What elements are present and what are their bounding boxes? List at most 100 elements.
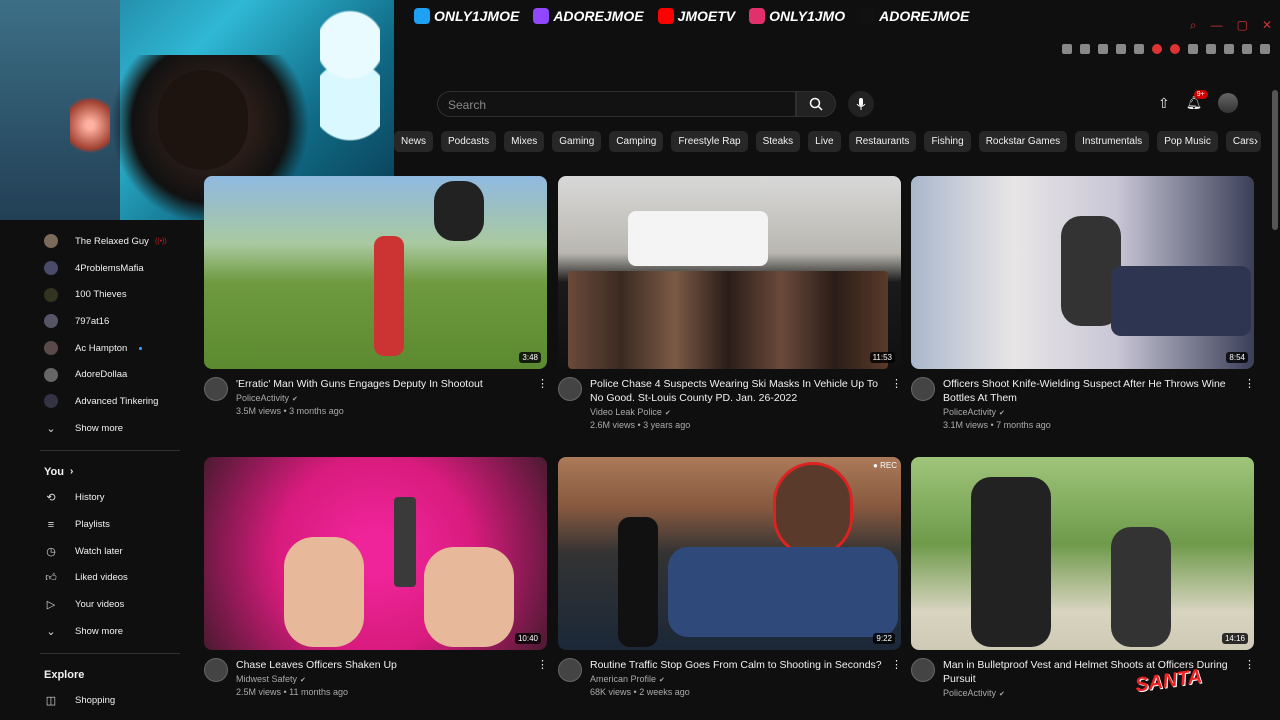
puzzle-icon[interactable] — [1206, 44, 1216, 54]
video-thumbnail[interactable]: 8:54 — [911, 176, 1254, 369]
more-options-icon[interactable]: ⋮ — [1244, 658, 1255, 698]
account-avatar[interactable] — [1218, 93, 1239, 113]
download-icon[interactable] — [1242, 44, 1252, 54]
show-more-subscriptions[interactable]: ⌄ Show more — [30, 415, 190, 442]
show-more-you[interactable]: ⌄ Show more — [30, 618, 190, 645]
channel-avatar[interactable] — [558, 377, 582, 401]
subscription-item[interactable]: The Relaxed Guy ((•)) — [30, 228, 190, 255]
minimize-icon[interactable]: — — [1211, 18, 1223, 33]
video-thumbnail[interactable]: 14:16 — [911, 457, 1254, 650]
chip-instrumentals[interactable]: Instrumentals — [1075, 130, 1150, 152]
history-icon: ⟲ — [46, 492, 56, 505]
heart-icon[interactable] — [1134, 44, 1144, 54]
video-title[interactable]: Chase Leaves Officers Shaken Up — [236, 658, 537, 672]
sidebar-item-liked-videos[interactable]: 👍︎ Liked videos — [30, 565, 190, 592]
you-section-heading[interactable]: You › — [30, 459, 190, 485]
screenshot-icon[interactable] — [1080, 44, 1090, 54]
channel-avatar[interactable] — [911, 377, 935, 401]
subscription-label: AdoreDollaa — [75, 369, 128, 381]
extension-b-icon[interactable] — [1170, 44, 1180, 54]
video-thumbnail[interactable]: ● REC 9:22 — [558, 457, 901, 650]
sidebar-item-watch-later[interactable]: ◷ Watch later — [30, 538, 190, 565]
pin-icon[interactable] — [1062, 44, 1072, 54]
video-stats: 68K views • 2 weeks ago — [590, 687, 690, 697]
search-button[interactable] — [796, 91, 836, 117]
video-card[interactable]: 8:54 Officers Shoot Knife-Wielding Suspec… — [911, 176, 1255, 430]
channel-avatar[interactable] — [558, 658, 582, 682]
subscription-item[interactable]: 797at16 — [30, 308, 190, 335]
video-thumbnail[interactable]: 11:53 — [558, 176, 901, 369]
video-title[interactable]: Police Chase 4 Suspects Wearing Ski Mask… — [590, 377, 891, 405]
subscription-item[interactable]: 100 Thieves — [30, 281, 190, 308]
video-title[interactable]: 'Erratic' Man With Guns Engages Deputy I… — [236, 377, 537, 391]
video-card[interactable]: 14:16 Man in Bulletproof Vest and Helmet … — [911, 457, 1255, 698]
social-handle: ADOREJMOE — [553, 8, 644, 24]
channel-name[interactable]: American Profile ✔ — [590, 674, 891, 684]
sidebar-item-shopping[interactable]: ◫ Shopping — [30, 688, 190, 715]
more-options-icon[interactable]: ⋮ — [891, 377, 902, 430]
chip-freestyle-rap[interactable]: Freestyle Rap — [671, 130, 748, 152]
play-icon[interactable] — [1116, 44, 1126, 54]
profile-icon[interactable] — [1224, 44, 1234, 54]
video-card[interactable]: ● REC 9:22 Routine Traffic Stop Goes From … — [558, 457, 902, 697]
channel-avatar[interactable] — [204, 377, 228, 401]
subscription-item[interactable]: Advanced Tinkering — [30, 388, 190, 415]
chevron-right-icon[interactable]: › — [1254, 134, 1258, 148]
social-handle: ONLY1JMOE — [434, 8, 520, 24]
channel-name[interactable]: PoliceActivity ✔ — [943, 407, 1244, 417]
video-title[interactable]: Routine Traffic Stop Goes From Calm to S… — [590, 658, 891, 672]
shield-icon[interactable] — [1098, 44, 1108, 54]
more-options-icon[interactable]: ⋮ — [537, 658, 548, 697]
video-duration: 14:16 — [1221, 633, 1248, 644]
chip-live[interactable]: Live — [808, 130, 841, 152]
channel-name[interactable]: Video Leak Police ✔ — [590, 407, 891, 417]
chip-podcasts[interactable]: Podcasts — [441, 130, 497, 152]
video-thumbnail[interactable]: 10:40 — [204, 457, 547, 650]
video-title[interactable]: Officers Shoot Knife-Wielding Suspect Af… — [943, 377, 1244, 405]
channel-name[interactable]: Midwest Safety ✔ — [236, 674, 537, 684]
search-icon[interactable]: ⌕ — [1190, 18, 1197, 33]
chip-fishing[interactable]: Fishing — [924, 130, 971, 152]
subscription-item[interactable]: Ac Hampton — [30, 335, 190, 362]
scrollbar-thumb[interactable] — [1272, 90, 1278, 230]
channel-name[interactable]: PoliceActivity ✔ — [943, 688, 1244, 698]
notifications-button[interactable]: 🔔︎ 9+ — [1186, 90, 1208, 111]
subscription-item[interactable]: AdoreDollaa — [30, 361, 190, 388]
sidebar-item-history[interactable]: ⟲ History — [30, 485, 190, 512]
adblock-icon[interactable] — [1152, 44, 1162, 54]
verified-check-icon: ✔ — [300, 677, 306, 684]
maximize-icon[interactable]: ▢ — [1237, 18, 1248, 33]
video-thumbnail[interactable]: 3:48 — [204, 176, 547, 369]
video-card[interactable]: 11:53 Police Chase 4 Suspects Wearing Ski… — [558, 176, 902, 430]
chip-steaks[interactable]: Steaks — [755, 130, 801, 152]
sidebar-item-your-videos[interactable]: ▷ Your videos — [30, 591, 190, 618]
search-input[interactable]: Search — [437, 91, 796, 117]
chip-restaurants[interactable]: Restaurants — [848, 130, 917, 152]
chip-pop-music[interactable]: Pop Music — [1157, 130, 1218, 152]
channel-name[interactable]: PoliceActivity ✔ — [236, 393, 537, 403]
subscription-item[interactable]: 4ProblemsMafia — [30, 255, 190, 282]
voice-search-button[interactable] — [848, 91, 874, 117]
channel-avatar[interactable] — [911, 658, 935, 682]
show-more-subscriptions-label: Show more — [75, 422, 124, 434]
sidebar-item-playlists[interactable]: ≡ Playlists — [30, 511, 190, 538]
close-icon[interactable]: ✕ — [1262, 18, 1272, 33]
more-options-icon[interactable]: ⋮ — [891, 658, 902, 697]
view-count: 68K views — [590, 687, 632, 697]
video-stats: 2.6M views • 3 years ago — [590, 420, 691, 430]
extension-s-icon[interactable] — [1188, 44, 1198, 54]
channel-avatar[interactable] — [204, 658, 228, 682]
video-card[interactable]: 3:48 'Erratic' Man With Guns Engages Depu… — [204, 176, 548, 416]
you-heading-label: You — [44, 465, 64, 478]
upload-icon[interactable]: ⇧ — [1158, 95, 1170, 112]
more-options-icon[interactable]: ⋮ — [1244, 377, 1255, 430]
more-options-icon[interactable]: ⋮ — [537, 377, 548, 416]
menu-icon[interactable] — [1260, 44, 1270, 54]
upload-age: 3 years ago — [643, 420, 691, 430]
chip-news[interactable]: News — [394, 130, 434, 152]
chip-gaming[interactable]: Gaming — [552, 130, 602, 152]
chip-camping[interactable]: Camping — [609, 130, 664, 152]
chip-rockstar-games[interactable]: Rockstar Games — [978, 130, 1068, 152]
video-card[interactable]: 10:40 Chase Leaves Officers Shaken Up Midw… — [204, 457, 548, 697]
chip-mixes[interactable]: Mixes — [504, 130, 545, 152]
